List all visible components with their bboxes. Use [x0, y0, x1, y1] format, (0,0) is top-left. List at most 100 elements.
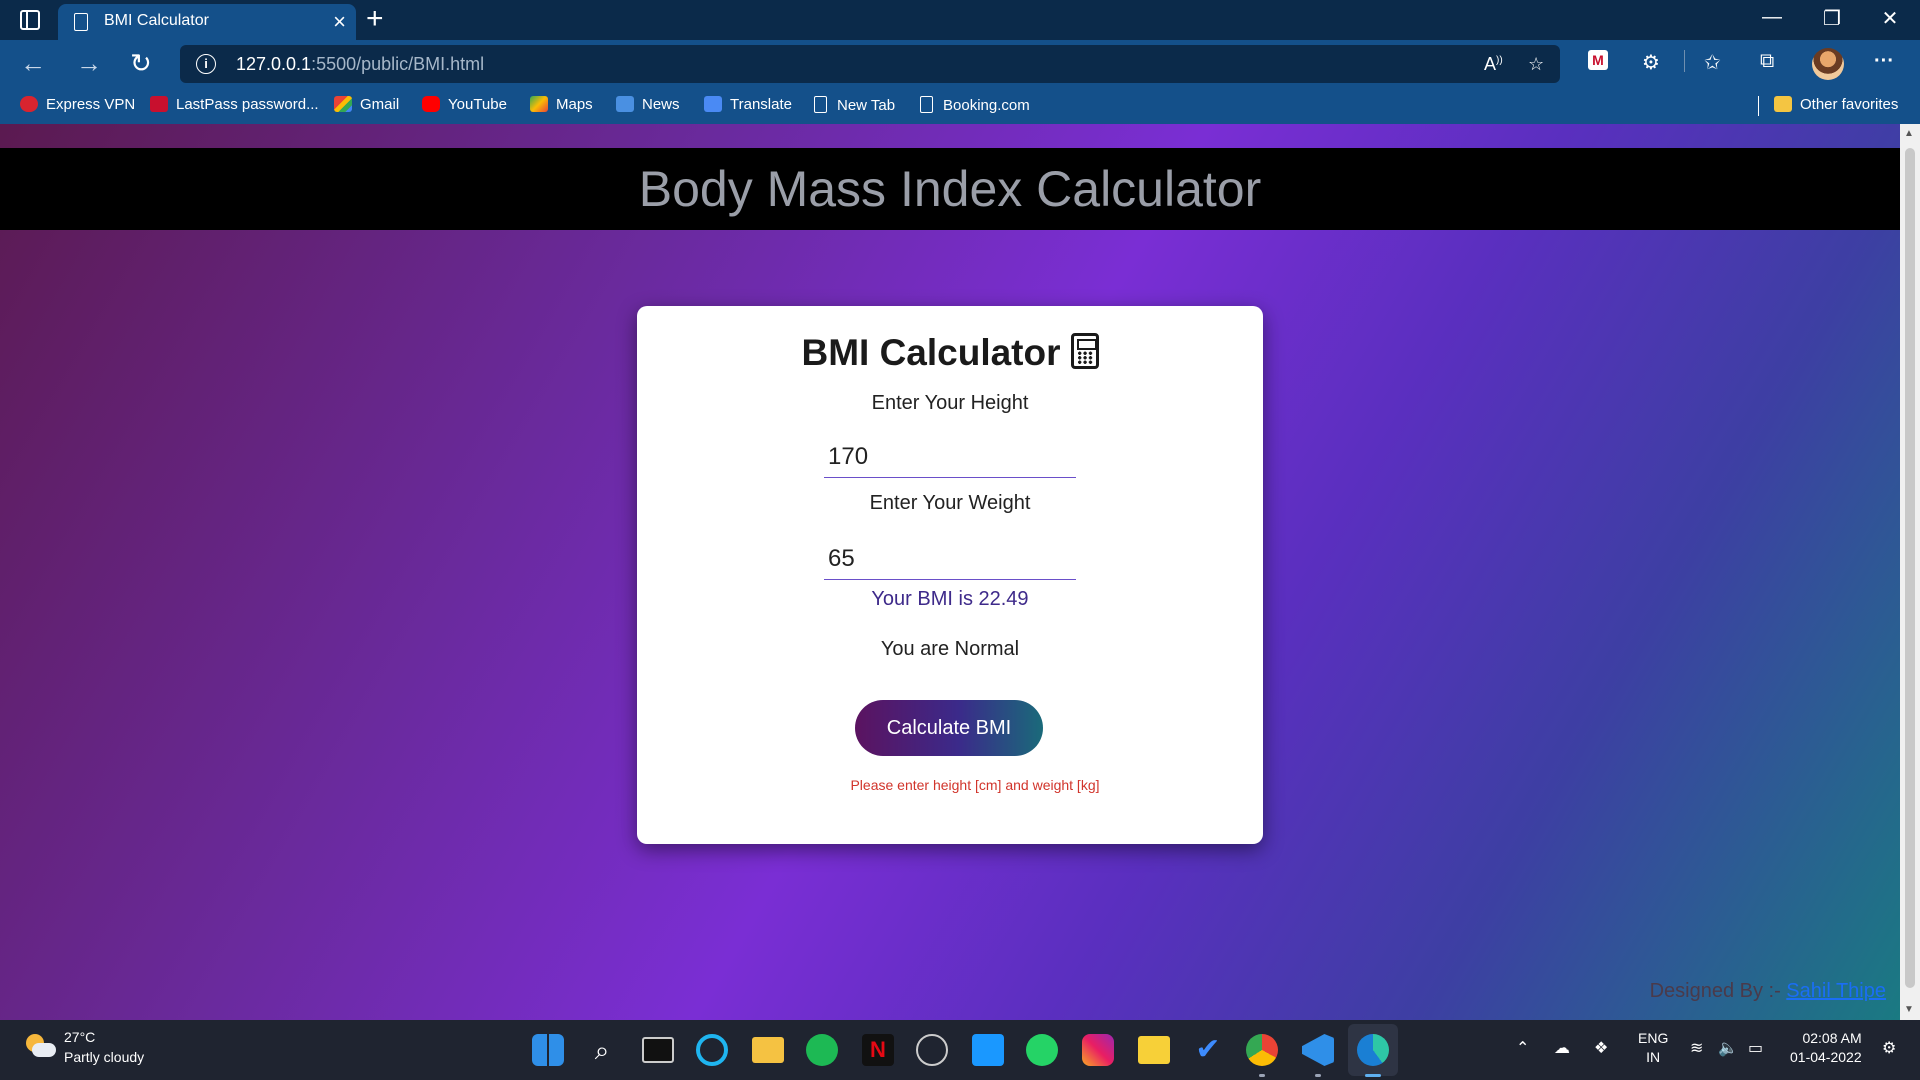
settings-more-icon[interactable]: ···: [1874, 50, 1894, 73]
maps-icon: [530, 96, 548, 112]
notifications-icon[interactable]: ⚙: [1882, 1038, 1896, 1058]
whatsapp-icon[interactable]: [1026, 1034, 1058, 1066]
credit-prefix: Designed By :-: [1649, 980, 1787, 1002]
bmi-card: BMI Calculator Enter Your Height Enter Y…: [637, 306, 1263, 844]
news-icon: [616, 96, 634, 112]
mcafee-extension-icon[interactable]: M: [1588, 50, 1608, 70]
netflix-icon[interactable]: N: [862, 1034, 894, 1066]
bookmark-label: YouTube: [448, 96, 507, 113]
scroll-up-icon[interactable]: ▲: [1904, 128, 1914, 139]
height-input[interactable]: [824, 436, 1076, 478]
weather-icon[interactable]: [26, 1034, 56, 1058]
search-icon[interactable]: ⌕: [586, 1034, 618, 1066]
forward-icon[interactable]: →: [76, 48, 102, 79]
running-indicator: [1315, 1074, 1321, 1077]
bookmark-label: LastPass password...: [176, 96, 319, 113]
minimize-icon[interactable]: —: [1752, 6, 1792, 29]
cortana-icon[interactable]: [696, 1034, 728, 1066]
gmail-icon: [334, 96, 352, 112]
tab-title: BMI Calculator: [104, 12, 209, 29]
back-icon[interactable]: ←: [20, 48, 46, 79]
bookmark-translate[interactable]: Translate: [704, 96, 792, 113]
bookmarks-divider: [1758, 96, 1759, 116]
bookmark-express-vpn[interactable]: Express VPN: [20, 96, 135, 113]
url-host: 127.0.0.1: [236, 54, 312, 74]
card-title: BMI Calculator: [637, 332, 1263, 374]
windows-start-icon[interactable]: [532, 1034, 564, 1066]
terminal-icon[interactable]: [642, 1037, 674, 1063]
designer-link[interactable]: Sahil Thipe: [1786, 980, 1886, 1002]
input-hint: Please enter height [cm] and weight [kg]: [850, 777, 1100, 793]
address-bar[interactable]: i 127.0.0.1:5500/public/BMI.html A)) ☆: [180, 45, 1560, 83]
bookmark-news[interactable]: News: [616, 96, 680, 113]
folder-icon: [1774, 96, 1792, 112]
spotify-icon[interactable]: [806, 1034, 838, 1066]
prime-video-icon[interactable]: [972, 1034, 1004, 1066]
tab-actions-icon[interactable]: [20, 10, 40, 30]
restore-icon[interactable]: ❐: [1812, 6, 1852, 31]
refresh-icon[interactable]: ↻: [130, 48, 152, 79]
add-favorite-icon[interactable]: ☆: [1528, 54, 1544, 75]
page-header: Body Mass Index Calculator: [0, 148, 1900, 230]
dropbox-icon[interactable]: ❖: [1594, 1038, 1608, 1058]
weather-description[interactable]: Partly cloudy: [64, 1049, 144, 1065]
close-tab-icon[interactable]: ×: [333, 9, 346, 35]
extensions-icon[interactable]: ⚙: [1642, 50, 1660, 75]
show-hidden-icons-icon[interactable]: ⌃: [1516, 1038, 1529, 1058]
page-scrollbar[interactable]: ▲ ▼: [1900, 124, 1920, 1020]
bookmark-label: Booking.com: [943, 97, 1030, 114]
close-window-icon[interactable]: ✕: [1870, 6, 1910, 31]
bookmark-youtube[interactable]: YouTube: [422, 96, 507, 113]
instagram-icon[interactable]: [1082, 1034, 1114, 1066]
page-icon: [74, 13, 88, 31]
bmi-status: You are Normal: [880, 638, 1020, 660]
volume-icon[interactable]: 🔈: [1718, 1038, 1738, 1058]
battery-icon[interactable]: ▭: [1748, 1038, 1763, 1058]
url-path: :5500/public/BMI.html: [311, 54, 485, 74]
bookmark-lastpass[interactable]: LastPass password...: [150, 96, 319, 113]
lastpass-icon: [150, 96, 168, 112]
profile-avatar[interactable]: [1812, 48, 1844, 80]
file-explorer-icon[interactable]: [752, 1037, 784, 1063]
onedrive-icon[interactable]: ☁: [1554, 1038, 1570, 1058]
system-clock[interactable]: 02:08 AM 01-04-2022: [1790, 1029, 1862, 1067]
weight-input[interactable]: [824, 538, 1076, 580]
chrome-icon[interactable]: [1246, 1034, 1278, 1066]
designer-credit: Designed By :- Sahil Thipe: [1650, 980, 1886, 1003]
todo-icon[interactable]: ✔: [1192, 1034, 1224, 1066]
other-favorites-folder[interactable]: Other favorites: [1774, 96, 1898, 113]
sticky-notes-icon[interactable]: [1138, 1036, 1170, 1064]
browser-titlebar: BMI Calculator × + — ❐ ✕: [0, 0, 1920, 40]
bookmark-booking[interactable]: Booking.com: [920, 96, 1030, 114]
bookmark-label: News: [642, 96, 680, 113]
wifi-icon[interactable]: ≋: [1690, 1038, 1703, 1058]
bookmark-new-tab[interactable]: New Tab: [814, 96, 895, 114]
clock-date: 01-04-2022: [1790, 1049, 1862, 1065]
page-title: Body Mass Index Calculator: [638, 161, 1262, 217]
bookmarks-bar: Express VPN LastPass password... Gmail Y…: [0, 88, 1920, 124]
calculator-icon: [1070, 333, 1099, 369]
page-icon: [814, 96, 827, 113]
clock-time: 02:08 AM: [1802, 1030, 1862, 1046]
vscode-icon[interactable]: [1302, 1034, 1334, 1066]
collections-icon[interactable]: ⧉: [1760, 50, 1774, 73]
windows-taskbar: 27°C Partly cloudy ⌕ N ✔ ⌃ ☁ ❖ ENG IN ≋ 🔈…: [0, 1020, 1920, 1080]
new-tab-button[interactable]: +: [366, 2, 384, 36]
bookmark-maps[interactable]: Maps: [530, 96, 593, 113]
card-title-text: BMI Calculator: [801, 332, 1061, 373]
bookmark-label: New Tab: [837, 97, 896, 114]
tab-bmi-calculator[interactable]: BMI Calculator ×: [58, 4, 356, 40]
obs-icon[interactable]: [916, 1034, 948, 1066]
read-aloud-icon[interactable]: A)): [1484, 54, 1503, 75]
url-text[interactable]: 127.0.0.1:5500/public/BMI.html: [236, 54, 484, 75]
edge-icon[interactable]: [1357, 1034, 1389, 1066]
scrollbar-thumb[interactable]: [1905, 148, 1915, 988]
page-viewport: Body Mass Index Calculator BMI Calculato…: [0, 124, 1900, 1020]
scroll-down-icon[interactable]: ▼: [1904, 1004, 1914, 1015]
site-info-icon[interactable]: i: [196, 54, 216, 74]
favorites-icon[interactable]: ✩: [1704, 50, 1721, 75]
language-indicator[interactable]: ENG IN: [1638, 1029, 1668, 1067]
weather-temperature[interactable]: 27°C: [64, 1029, 95, 1045]
calculate-bmi-button[interactable]: Calculate BMI: [855, 700, 1043, 756]
bookmark-gmail[interactable]: Gmail: [334, 96, 399, 113]
